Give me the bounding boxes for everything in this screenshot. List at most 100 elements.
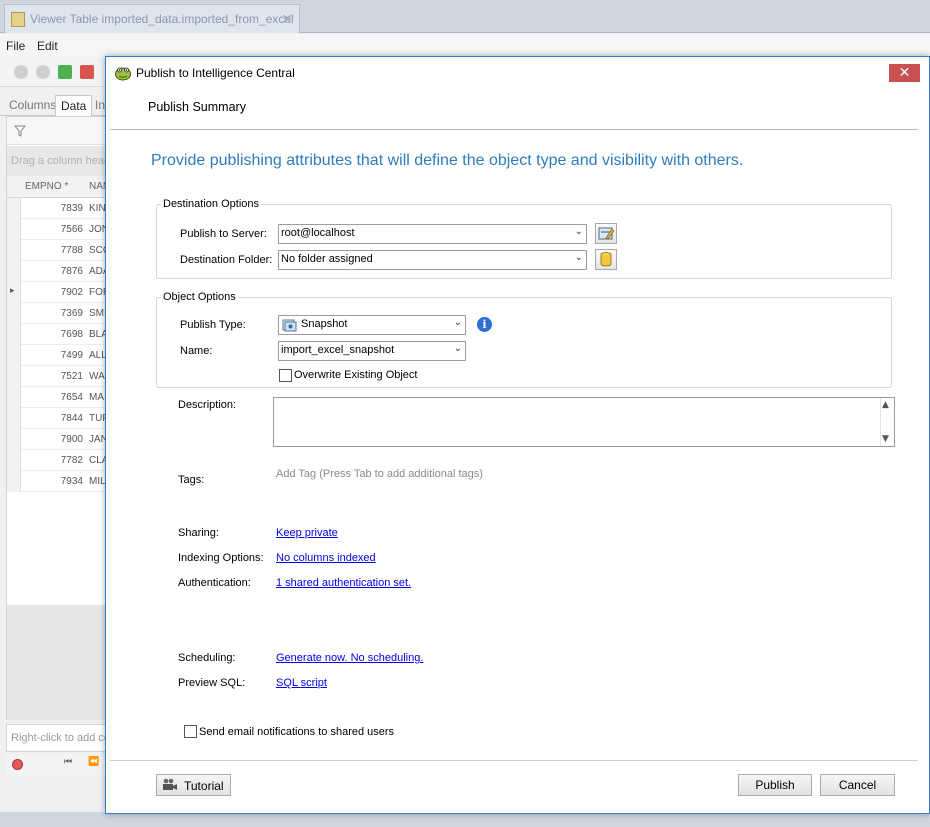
row-selector[interactable]: ▸ [7,282,21,303]
footer-divider [110,760,918,761]
document-tab[interactable]: Viewer Table imported_data.imported_from… [4,4,300,33]
first-record-icon[interactable]: ⏮ [64,757,72,767]
row-selector[interactable] [7,408,21,429]
previous-record-icon[interactable]: ⏪ [88,757,99,767]
row-selector[interactable] [7,261,21,282]
back-icon[interactable] [14,65,28,79]
close-dialog-button[interactable]: ✕ [889,64,920,82]
tags-input[interactable]: Add Tag (Press Tab to add additional tag… [276,468,483,480]
scroll-up-icon[interactable]: ▲ [882,400,889,410]
email-notification-label: Send email notifications to shared users [199,726,395,738]
cell-empno: 7900 [60,434,83,445]
table-row[interactable]: 7844 TUF [7,408,109,429]
row-selector[interactable] [7,240,21,261]
cell-empno: 7934 [60,476,83,487]
cell-empno: 7876 [60,266,83,277]
table-row[interactable]: 7788 SCO [7,240,111,261]
row-selector[interactable] [7,387,21,408]
close-tab-icon[interactable]: ✕ [281,11,293,28]
row-selector[interactable] [7,345,21,366]
description-textarea[interactable]: ▲ ▼ [273,397,895,447]
stop-icon[interactable] [80,65,94,79]
preview-sql-link[interactable]: SQL script [276,677,327,689]
cell-empno: 7654 [60,392,83,403]
row-selector[interactable] [7,450,21,471]
tab-data[interactable]: Data [55,95,93,116]
cancel-button[interactable]: Cancel [820,774,895,796]
scheduling-link[interactable]: Generate now. No scheduling. [276,652,423,664]
destination-folder-label: Destination Folder: [180,254,273,266]
filter-icon[interactable] [14,125,26,137]
description-scrollbar[interactable]: ▲ ▼ [880,398,894,446]
row-selector[interactable] [7,219,21,240]
table-row[interactable]: 7900 JAN [7,429,109,450]
grid-header: EMPNO * NAM [7,176,111,198]
column-header-empno[interactable]: EMPNO * [25,181,68,192]
indexing-options-link[interactable]: No columns indexed [276,552,376,564]
intro-text: Provide publishing attributes that will … [151,152,744,169]
record-stop-icon[interactable] [12,759,23,770]
table-row[interactable]: 7369 SMI [7,303,109,324]
overwrite-label: Overwrite Existing Object [294,369,418,381]
table-row[interactable]: 7521 WA [7,366,109,387]
server-properties-button[interactable] [595,223,617,244]
info-icon[interactable]: i [477,317,492,332]
app-bottom-bar [0,812,930,827]
table-row[interactable]: 7698 BLA [7,324,109,345]
menu-file[interactable]: File [6,39,25,53]
cell-empno: 7844 [60,413,83,424]
page-header: Publish Summary [148,100,246,114]
table-row[interactable]: 7782 CLA [7,450,109,471]
row-selector[interactable] [7,429,21,450]
cell-empno: 7499 [60,350,83,361]
snapshot-icon [282,319,297,332]
row-selector[interactable] [7,324,21,345]
name-combo-input[interactable]: import_excel_snapshot ⌄ [278,341,466,361]
row-selector[interactable] [7,366,21,387]
forward-icon[interactable] [36,65,50,79]
toad-app-icon [115,67,131,81]
row-selector[interactable] [7,198,21,219]
overwrite-checkbox[interactable] [279,369,292,382]
header-divider [110,129,918,130]
scheduling-label: Scheduling: [178,652,236,664]
destination-options-legend: Destination Options [163,198,259,210]
name-value: import_excel_snapshot [281,344,395,356]
group-by-hint: Drag a column heade [7,146,109,176]
folder-browse-button[interactable] [595,249,617,270]
table-viewer-icon [11,11,25,27]
cell-empno: 7782 [60,455,83,466]
email-notification-checkbox[interactable] [184,725,197,738]
refresh-icon[interactable] [58,65,72,79]
chevron-down-icon: ⌄ [453,317,462,328]
publish-server-select[interactable]: root@localhost ⌄ [278,224,587,244]
scroll-down-icon[interactable]: ▼ [882,434,889,444]
preview-sql-label: Preview SQL: [178,677,246,689]
table-row[interactable]: 7566 JON [7,219,109,240]
menu-edit[interactable]: Edit [37,39,58,53]
row-selector[interactable] [7,303,21,324]
table-row[interactable]: 7654 MA [7,387,109,408]
tutorial-button[interactable]: Tutorial [156,774,231,796]
filter-row [7,117,109,145]
cell-empno: 7839 [60,203,83,214]
table-row[interactable]: 7499 ALL [7,345,109,366]
publish-button[interactable]: Publish [738,774,812,796]
table-row[interactable]: 7876 ADA [7,261,110,282]
cell-name: WA [89,371,105,382]
publish-type-select[interactable]: Snapshot ⌄ [278,315,466,335]
record-navigator: ⏮ ⏪ [6,754,110,776]
destination-folder-value: No folder assigned [281,253,373,265]
sharing-link[interactable]: Keep private [276,527,338,539]
destination-folder-select[interactable]: No folder assigned ⌄ [278,250,587,270]
row-selector[interactable] [7,471,21,492]
authentication-link[interactable]: 1 shared authentication set. [276,577,411,589]
table-row[interactable]: 7934 MIL [7,471,109,492]
table-row[interactable]: 7839 KIN [7,198,109,219]
tab-columns[interactable]: Columns [4,95,61,116]
description-label: Description: [178,399,237,411]
table-row[interactable]: ▸ 7902 FOR [7,282,110,303]
name-label: Name: [180,345,213,357]
cell-name: MA [89,392,104,403]
publish-server-label: Publish to Server: [180,228,267,240]
